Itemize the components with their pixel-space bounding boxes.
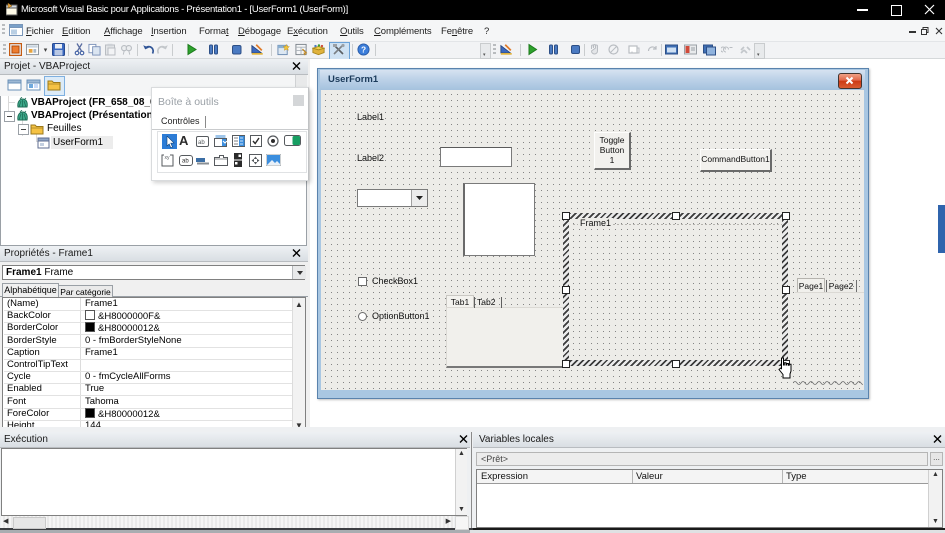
- svg-text:?: ?: [361, 45, 366, 55]
- svg-text:ab: ab: [198, 140, 205, 146]
- svg-text:ab: ab: [182, 159, 189, 165]
- svg-text:xy: xy: [165, 155, 171, 161]
